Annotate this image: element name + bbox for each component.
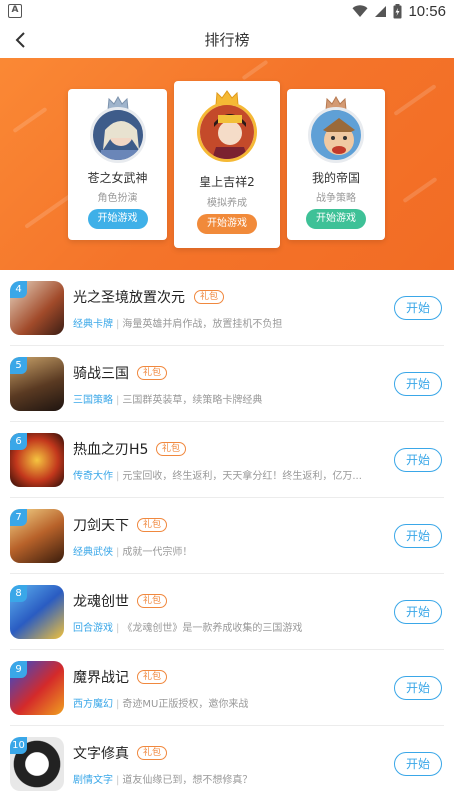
start-button[interactable]: 开始 bbox=[394, 524, 442, 548]
list-item[interactable]: 10 文字修真 礼包 剧情文字 | 道友仙缘已到，想不想修真？ 开始 bbox=[0, 726, 454, 802]
start-game-button[interactable]: 开始游戏 bbox=[306, 209, 366, 229]
wifi-icon bbox=[352, 4, 368, 17]
start-game-button[interactable]: 开始游戏 bbox=[197, 214, 257, 234]
notification-icon: A bbox=[8, 4, 22, 18]
top-card-2[interactable]: 苍之女武神 角色扮演 开始游戏 bbox=[68, 89, 167, 240]
list-item[interactable]: 9 魔界战记 礼包 西方魔幻 | 奇迹MU正版授权，邀你来战 开始 bbox=[0, 650, 454, 726]
game-name: 文字修真 bbox=[73, 746, 129, 762]
list-item[interactable]: 7 刀剑天下 礼包 经典武侠 | 成就一代宗师！ 开始 bbox=[0, 498, 454, 574]
game-tag: 回合游戏 bbox=[73, 623, 113, 634]
game-avatar bbox=[308, 107, 364, 163]
start-button[interactable]: 开始 bbox=[394, 600, 442, 624]
list-item[interactable]: 4 光之圣境放置次元 礼包 经典卡牌 | 海量英雄并肩作战，放置挂机不负担 开始 bbox=[0, 270, 454, 346]
page-title: 排行榜 bbox=[204, 31, 250, 49]
game-desc: 道友仙缘已到，想不想修真？ bbox=[122, 775, 253, 786]
game-tag: 三国策略 bbox=[73, 395, 113, 406]
game-name: 热血之刃H5 bbox=[73, 442, 149, 458]
game-desc: 元宝回收，终生返利，天天拿分红！终生返利，亿万... bbox=[122, 471, 362, 482]
rank-badge: 5 bbox=[10, 357, 27, 374]
title-bar: 排行榜 bbox=[0, 22, 454, 58]
gift-badge: 礼包 bbox=[137, 746, 168, 760]
game-avatar bbox=[197, 102, 257, 162]
list-item[interactable]: 6 热血之刃H5 礼包 传奇大作 | 元宝回收，终生返利，天天拿分红！终生返利，亿万… bbox=[0, 422, 454, 498]
game-genre: 模拟养成 bbox=[207, 198, 247, 209]
game-avatar bbox=[89, 107, 146, 163]
game-tag: 经典武侠 bbox=[73, 547, 113, 558]
rank-badge: 7 bbox=[10, 509, 27, 526]
game-desc: 海量英雄并肩作战，放置挂机不负担 bbox=[122, 319, 283, 330]
rank-badge: 9 bbox=[10, 661, 27, 678]
game-name: 我的帝国 bbox=[311, 171, 360, 185]
start-button[interactable]: 开始 bbox=[394, 752, 442, 776]
game-tag: 剧情文字 bbox=[73, 775, 113, 786]
gift-badge: 礼包 bbox=[137, 594, 168, 608]
game-name: 骑战三国 bbox=[73, 366, 129, 382]
game-name: 龙魂创世 bbox=[73, 594, 129, 610]
top-card-1[interactable]: 皇上吉祥2 模拟养成 开始游戏 bbox=[174, 81, 280, 248]
game-name: 魔界战记 bbox=[73, 670, 129, 686]
game-genre: 战争策略 bbox=[316, 193, 356, 204]
start-game-button[interactable]: 开始游戏 bbox=[87, 209, 148, 229]
start-button[interactable]: 开始 bbox=[394, 448, 442, 472]
gift-badge: 礼包 bbox=[194, 290, 225, 304]
game-tag: 传奇大作 bbox=[73, 471, 113, 482]
gift-badge: 礼包 bbox=[137, 518, 168, 532]
game-tag: 经典卡牌 bbox=[73, 319, 113, 330]
game-desc: 《龙魂创世》是一款养成收集的三国游戏 bbox=[122, 623, 303, 634]
game-desc: 奇迹MU正版授权，邀你来战 bbox=[122, 699, 249, 710]
battery-icon bbox=[393, 3, 402, 18]
list-item[interactable]: 8 龙魂创世 礼包 回合游戏 | 《龙魂创世》是一款养成收集的三国游戏 开始 bbox=[0, 574, 454, 650]
start-button[interactable]: 开始 bbox=[394, 296, 442, 320]
game-name: 皇上吉祥2 bbox=[199, 175, 255, 189]
game-desc: 三国群英装草，续策略卡牌经典 bbox=[122, 395, 263, 406]
game-name: 光之圣境放置次元 bbox=[73, 290, 185, 306]
gift-badge: 礼包 bbox=[156, 442, 187, 456]
game-desc: 成就一代宗师！ bbox=[122, 547, 193, 558]
gift-badge: 礼包 bbox=[137, 366, 168, 380]
rank-badge: 6 bbox=[10, 433, 27, 450]
start-button[interactable]: 开始 bbox=[394, 676, 442, 700]
game-name: 苍之女武神 bbox=[87, 171, 148, 185]
clock: 10:56 bbox=[408, 2, 446, 20]
gift-badge: 礼包 bbox=[137, 670, 168, 684]
top3-banner: 苍之女武神 角色扮演 开始游戏 皇上吉祥2 模拟养成 开始游戏 我的帝国 战争策… bbox=[0, 58, 454, 270]
signal-icon bbox=[375, 5, 387, 17]
list-item[interactable]: 5 骑战三国 礼包 三国策略 | 三国群英装草，续策略卡牌经典 开始 bbox=[0, 346, 454, 422]
rank-badge: 4 bbox=[10, 281, 27, 298]
start-button[interactable]: 开始 bbox=[394, 372, 442, 396]
status-bar: A 10:56 bbox=[0, 0, 454, 22]
game-name: 刀剑天下 bbox=[73, 518, 129, 534]
rank-badge: 10 bbox=[10, 737, 27, 754]
game-genre: 角色扮演 bbox=[97, 193, 138, 204]
rank-badge: 8 bbox=[10, 585, 27, 602]
top-card-3[interactable]: 我的帝国 战争策略 开始游戏 bbox=[287, 89, 385, 240]
game-tag: 西方魔幻 bbox=[73, 699, 113, 710]
